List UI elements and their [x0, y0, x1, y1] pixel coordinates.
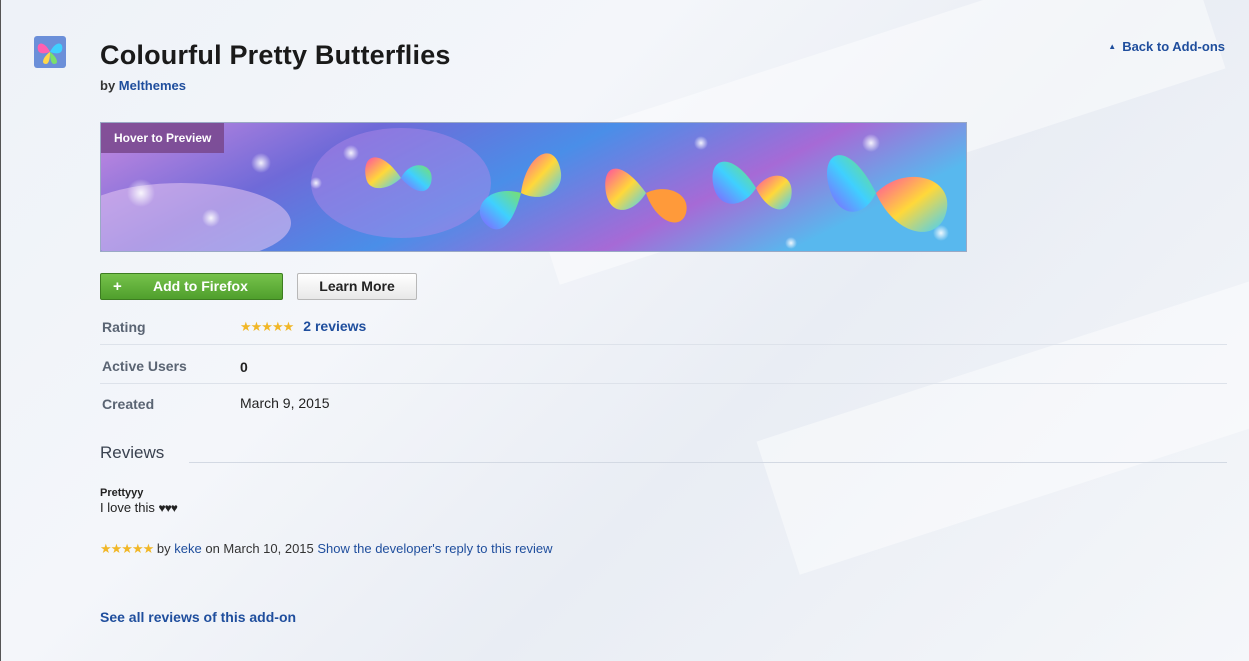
created-value: March 9, 2015 [240, 395, 330, 411]
triangle-up-icon: ▲ [1108, 42, 1117, 51]
addon-title: Colourful Pretty Butterflies [100, 40, 451, 70]
author-link[interactable]: Melthemes [119, 78, 186, 93]
created-label: Created [102, 396, 155, 412]
active-users-label: Active Users [102, 358, 187, 374]
rating-stars: ★★★★★ [240, 319, 294, 334]
review-body-text: I love this [100, 500, 155, 515]
review-hearts: ♥♥♥ [158, 501, 178, 515]
review-title: Prettyyy [100, 487, 144, 499]
add-to-firefox-label: Add to Firefox [153, 278, 248, 294]
learn-more-button[interactable]: Learn More [297, 273, 417, 300]
back-link-label: Back to Add-ons [1122, 39, 1225, 54]
rating-row: Rating ★★★★★ 2 reviews [100, 310, 1227, 345]
review-author-link[interactable]: keke [174, 541, 201, 556]
review-body: I love this ♥♥♥ [100, 500, 178, 515]
see-all-reviews-link[interactable]: See all reviews of this add-on [100, 609, 296, 625]
rating-label: Rating [102, 319, 146, 335]
byline-prefix: by [100, 78, 116, 93]
reviews-count-link[interactable]: 2 reviews [303, 318, 366, 334]
page-frame: Colourful Pretty Butterflies by Meltheme… [0, 0, 1249, 661]
rating-value: ★★★★★ 2 reviews [240, 318, 366, 335]
review-stars: ★★★★★ [100, 541, 154, 556]
hover-to-preview-badge: Hover to Preview [101, 123, 225, 153]
theme-preview-banner[interactable]: Hover to Preview [100, 122, 967, 252]
butterfly-thumbnail-icon [34, 36, 66, 68]
reviews-section-heading: Reviews [100, 443, 1227, 467]
developer-reply-link[interactable]: Show the developer's reply to this revie… [317, 541, 552, 556]
add-to-firefox-button[interactable]: + Add to Firefox [100, 273, 283, 300]
created-row: Created March 9, 2015 [100, 385, 1227, 419]
review-date: on March 10, 2015 [205, 541, 314, 556]
heading-divider [189, 462, 1227, 463]
review-by-prefix: by [156, 541, 171, 556]
review-meta: ★★★★★ by keke on March 10, 2015 Show the… [100, 541, 553, 557]
active-users-row: Active Users 0 [100, 349, 1227, 384]
active-users-value: 0 [240, 359, 248, 375]
reviews-heading: Reviews [100, 443, 165, 462]
author-byline: by Melthemes [100, 78, 186, 93]
plus-icon: + [113, 278, 122, 295]
back-to-addons-link[interactable]: ▲ Back to Add-ons [1108, 39, 1225, 54]
